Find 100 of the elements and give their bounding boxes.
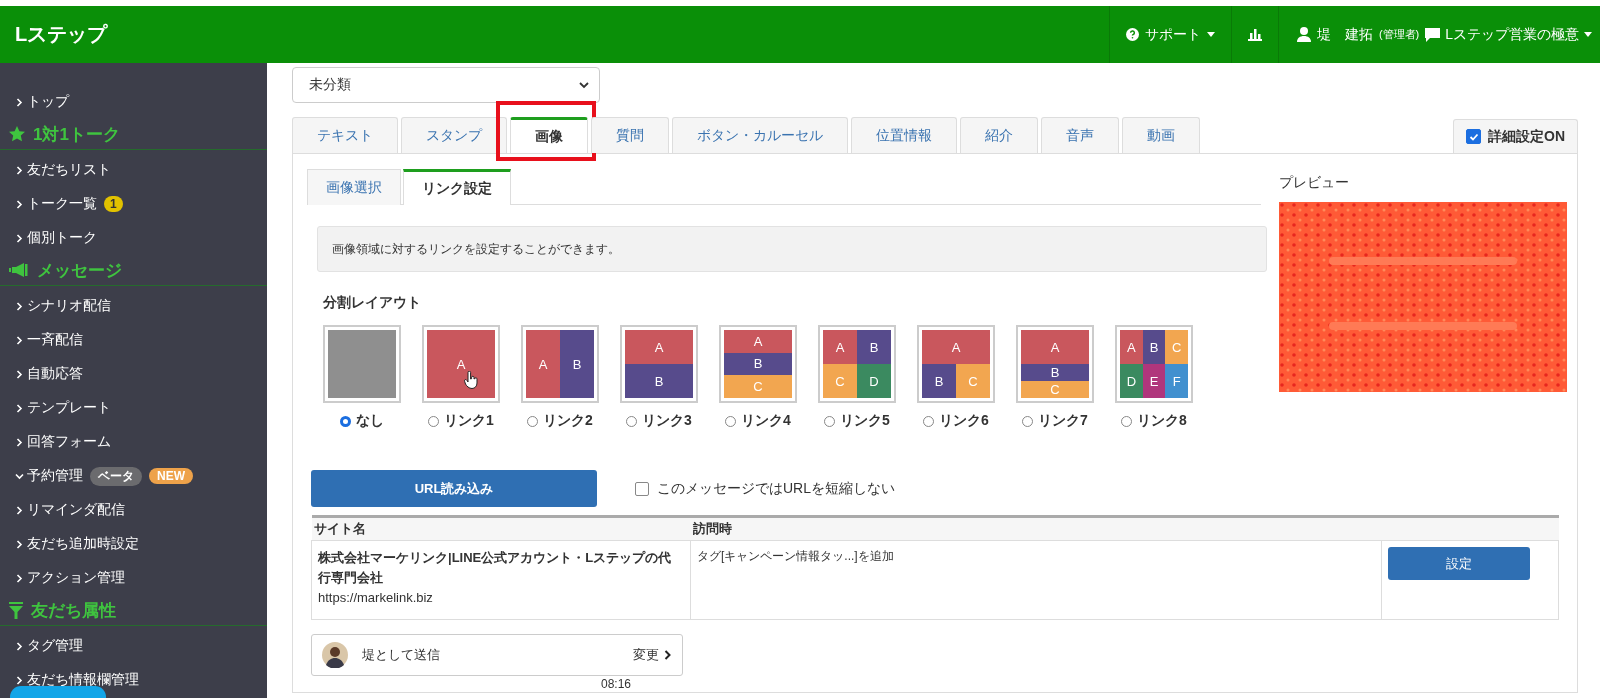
layout-thumbnail[interactable]: A B C D E F (1115, 325, 1193, 403)
bar-chart-icon (1247, 28, 1262, 41)
sidebar-link[interactable]: 友だち情報欄管理 (27, 671, 139, 689)
sidebar-link[interactable]: 回答フォーム (27, 433, 111, 451)
caret-icon (1206, 32, 1215, 37)
layout-region: F (1165, 364, 1188, 398)
change-link[interactable]: 変更 (633, 646, 672, 664)
sidebar-link[interactable]: トップ (27, 93, 69, 111)
check-icon (1468, 131, 1479, 142)
account-menu[interactable]: Lステップ営業の極意 (1425, 6, 1600, 63)
layout-radio[interactable]: リンク2 (527, 412, 593, 430)
layout-region: B (1021, 364, 1089, 381)
message-type-tab[interactable]: テキスト (292, 117, 398, 153)
brand-name[interactable]: Lステップ (0, 21, 108, 48)
chevron-down-icon (579, 81, 589, 89)
layout-region: C (823, 364, 857, 398)
folder-select[interactable]: 未分類 (292, 67, 600, 103)
preview-label: プレビュー (1279, 174, 1350, 192)
sidebar-link[interactable]: リマインダ配信 (27, 501, 125, 519)
section-title: メッセージ (37, 259, 122, 282)
layout-radio[interactable]: リンク1 (428, 412, 494, 430)
layout-region: C (956, 364, 990, 398)
sidebar-badge: NEW (149, 468, 193, 484)
sidebar-link[interactable]: 友だちリスト (27, 161, 111, 179)
user-icon (1296, 27, 1311, 42)
radio-button[interactable] (340, 415, 351, 427)
layout-region: A (922, 330, 990, 364)
settings-button[interactable]: 設定 (1388, 547, 1530, 580)
section-title: 友だち属性 (31, 599, 116, 622)
chat-icon (1425, 27, 1441, 42)
message-type-tab[interactable]: ボタン・カルーセル (672, 117, 848, 153)
layout-region: D (857, 364, 891, 398)
layout-thumbnail[interactable]: A B C D (818, 325, 896, 403)
layout-region: A (823, 330, 857, 364)
detail-settings-toggle[interactable]: 詳細設定ON (1453, 119, 1578, 153)
section-title: 1対1トーク (33, 123, 120, 146)
column-header: 訪問時 (690, 516, 1382, 541)
sidebar-link[interactable]: 予約管理 (27, 467, 83, 485)
sub-tab[interactable]: 画像選択 (307, 169, 401, 205)
sidebar-badge: 1 (104, 196, 123, 212)
sidebar-link[interactable]: テンプレート (27, 399, 111, 417)
star-icon (9, 126, 25, 142)
layout-thumbnail[interactable]: A B (620, 325, 698, 403)
action-text: タグ[キャンペーン情報タッ...]を追加 (697, 549, 894, 563)
layout-thumbnail[interactable]: A B C (1016, 325, 1094, 403)
layout-radio[interactable]: リンク6 (923, 412, 989, 430)
layout-thumbnail[interactable] (323, 325, 401, 403)
layout-region: C (1021, 381, 1089, 398)
avatar (322, 642, 348, 668)
layout-radio[interactable]: リンク4 (725, 412, 791, 430)
message-type-tab[interactable]: 画像 (510, 117, 588, 153)
layout-thumbnail[interactable]: A B C (917, 325, 995, 403)
checkbox[interactable] (1466, 129, 1481, 144)
layout-region: B (857, 330, 891, 364)
sidebar-link[interactable]: トーク一覧 (27, 195, 97, 213)
message-type-tab[interactable]: 質問 (591, 117, 669, 153)
timestamp: 08:16 (601, 677, 633, 691)
layout-region: C (1165, 330, 1188, 364)
sidebar-link[interactable]: 自動応答 (27, 365, 83, 383)
layout-radio[interactable]: リンク3 (626, 412, 692, 430)
layout-thumbnail[interactable]: A B C (719, 325, 797, 403)
site-url: https://markelink.biz (318, 589, 434, 607)
user-role: (管理者) (1378, 27, 1420, 42)
sidebar-badge: ベータ (90, 466, 142, 486)
message-type-tab[interactable]: スタンプ (401, 117, 507, 153)
sidebar-link[interactable]: シナリオ配信 (27, 297, 111, 315)
message-type-tab[interactable]: 動画 (1122, 117, 1200, 153)
layout-radio[interactable]: リンク8 (1121, 412, 1187, 430)
chevron-right-icon (664, 650, 672, 660)
layout-thumbnail[interactable]: A B (521, 325, 599, 403)
help-icon (1125, 28, 1139, 41)
message-type-tab[interactable]: 位置情報 (851, 117, 957, 153)
section-heading: 分割レイアウト (323, 294, 422, 312)
megaphone-icon (9, 263, 29, 277)
layout-region: A (1021, 330, 1089, 364)
sub-tab[interactable]: リンク設定 (403, 169, 511, 205)
caret-icon (1584, 32, 1592, 37)
column-header: サイト名 (311, 516, 691, 541)
url-load-button[interactable]: URL読み込み (311, 470, 597, 507)
sidebar-link[interactable]: 一斉配信 (27, 331, 83, 349)
shorten-url-option[interactable]: このメッセージではURLを短縮しない (635, 479, 895, 498)
message-type-tab[interactable]: 紹介 (960, 117, 1038, 153)
layout-region: C (724, 375, 792, 398)
sidebar-link[interactable]: アクション管理 (27, 569, 125, 587)
layout-radio[interactable]: リンク7 (1022, 412, 1088, 430)
layout-radio[interactable]: なし (340, 412, 384, 430)
layout-region: E (1142, 364, 1166, 398)
checkbox[interactable] (635, 481, 649, 496)
layout-region: B (922, 364, 956, 398)
layout-radio[interactable]: リンク5 (824, 412, 890, 430)
sidebar-link[interactable]: 個別トーク (27, 229, 97, 247)
sender-label: 堤として送信 (362, 646, 441, 664)
message-type-tab[interactable]: 音声 (1041, 117, 1119, 153)
user-name: 堤 建拓 (1316, 25, 1373, 44)
sidebar-link[interactable]: タグ管理 (27, 637, 83, 655)
hand-cursor-icon (464, 371, 478, 389)
support-menu[interactable]: サポート (1108, 6, 1231, 63)
layout-region: B (625, 364, 693, 398)
sidebar-link[interactable]: 友だち追加時設定 (27, 535, 139, 553)
info-message: 画像領域に対するリンクを設定することができます。 (317, 226, 1267, 272)
